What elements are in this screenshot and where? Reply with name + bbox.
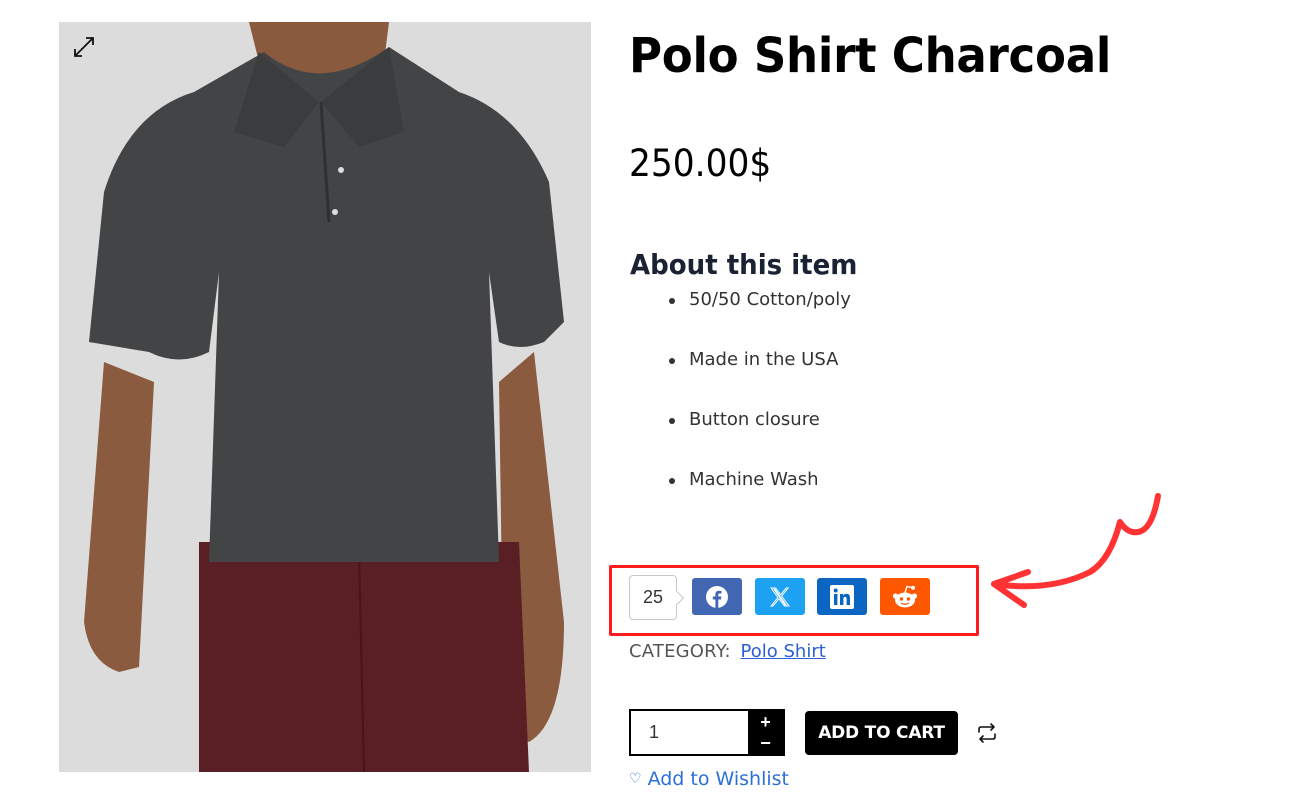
expand-icon (74, 37, 94, 57)
linkedin-icon (830, 584, 854, 609)
feature-list: 50/50 Cotton/poly Made in the USA Button… (669, 288, 851, 528)
heart-icon: ♡ (629, 771, 642, 787)
share-facebook-button[interactable] (692, 578, 742, 615)
share-reddit-button[interactable] (880, 578, 930, 615)
add-to-wishlist-link[interactable]: ♡ Add to Wishlist (629, 768, 789, 790)
decrease-quantity-button[interactable]: − (748, 733, 783, 755)
compare-icon[interactable] (975, 722, 999, 744)
share-x-button[interactable] (755, 578, 805, 615)
x-icon (769, 587, 790, 606)
quantity-stepper: + − (629, 709, 785, 756)
stepper-controls: + − (748, 711, 783, 754)
expand-image-button[interactable] (69, 32, 99, 62)
product-image[interactable] (59, 22, 591, 772)
increase-quantity-button[interactable]: + (748, 711, 783, 733)
share-count: 25 (629, 575, 677, 620)
about-heading: About this item (630, 248, 858, 281)
category-link[interactable]: Polo Shirt (741, 641, 826, 662)
reddit-icon (892, 585, 918, 607)
feature-item: 50/50 Cotton/poly (669, 288, 851, 348)
quantity-input[interactable] (631, 711, 748, 754)
add-to-cart-button[interactable]: ADD TO CART (805, 711, 958, 755)
share-linkedin-button[interactable] (817, 578, 867, 615)
feature-item: Machine Wash (669, 468, 851, 528)
category-label: CATEGORY: (629, 641, 731, 662)
facebook-icon (706, 585, 728, 608)
product-title: Polo Shirt Charcoal (629, 28, 1112, 84)
feature-item: Made in the USA (669, 348, 851, 408)
product-photo (59, 22, 591, 772)
wishlist-label: Add to Wishlist (647, 768, 789, 790)
product-price: 250.00$ (629, 142, 772, 185)
feature-item: Button closure (669, 408, 851, 468)
annotation-arrow (991, 493, 1161, 608)
product-category: CATEGORY: Polo Shirt (629, 641, 826, 662)
